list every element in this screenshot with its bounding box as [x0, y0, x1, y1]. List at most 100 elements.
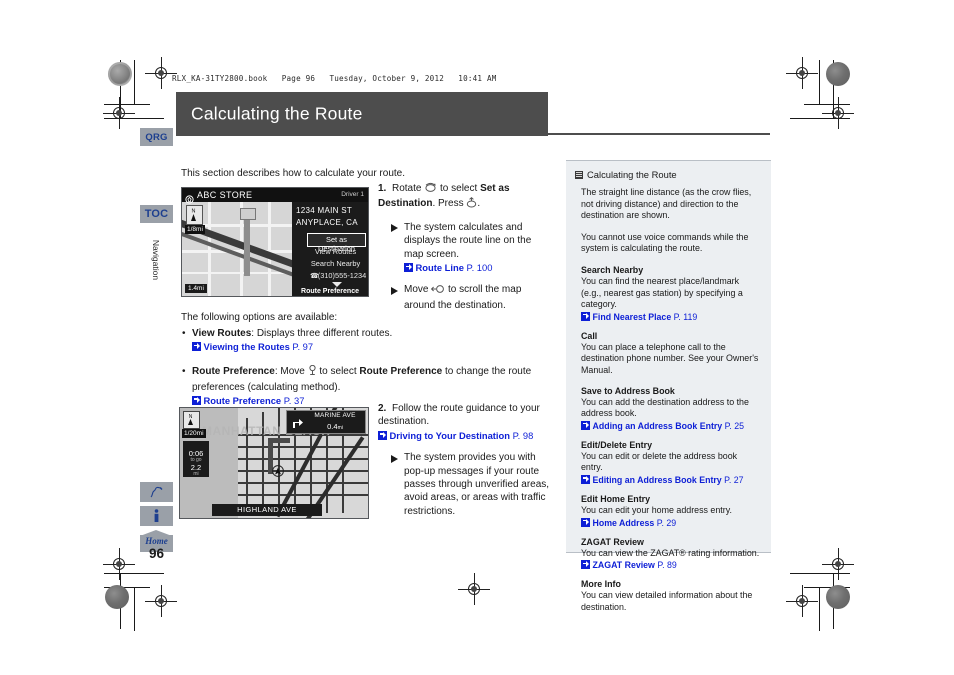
step-1: 1. Rotate to select Set as Destination. … — [378, 182, 553, 312]
reference-arrow-icon — [378, 430, 387, 440]
sidebar-tab-toc[interactable]: TOC — [140, 205, 173, 223]
page-number: 96 — [148, 546, 165, 561]
cross-reference-link[interactable]: Route Preference P. 37 — [192, 395, 304, 406]
step-body: Rotate to select Set as Destination. Pre… — [378, 182, 510, 212]
sidebar-tab-qrg[interactable]: QRG — [140, 128, 173, 146]
sidebar-vertical-text: Navigation — [151, 239, 162, 281]
registration-mark — [103, 548, 135, 580]
intro-text: This section describes how to calculate … — [181, 168, 405, 179]
sub-text: The system calculates and displays the r… — [404, 221, 532, 260]
step-1-sub-1: The system calculates and displays the r… — [378, 221, 553, 276]
step-1-text: 1. Rotate to select Set as Destination. … — [378, 182, 553, 213]
cross-reference-link[interactable]: Route Line P. 100 — [404, 262, 492, 273]
screenshot-footer-label: Route Preference — [301, 288, 359, 295]
reference-page: P. 97 — [292, 341, 314, 353]
cross-reference-link[interactable]: ZAGAT Review P. 89 — [581, 560, 761, 570]
reference-arrow-icon — [581, 474, 590, 484]
map-scale-bottom-value: 1.4mi — [188, 285, 204, 292]
nav-screenshot-destination-menu: ABC STORE Driver 1 N 1/8mi 1.4mi 1234 MA… — [181, 187, 369, 297]
svg-text:N: N — [189, 414, 193, 420]
sidebar-tab-info[interactable] — [140, 506, 173, 526]
reference-page: P. 98 — [512, 429, 534, 441]
cross-reference-link[interactable]: Driving to Your Destination P. 98 — [378, 430, 533, 441]
registration-mark — [786, 585, 818, 617]
joystick-down-icon — [308, 365, 317, 380]
step-number: 2. — [378, 403, 387, 414]
sub-text-a: Move — [404, 284, 432, 296]
menu-item-label: View Routes — [314, 247, 357, 256]
step-2-sub-1: The system provides you with pop-up mess… — [378, 451, 558, 518]
cross-reference-link[interactable]: Editing an Address Book Entry P. 27 — [581, 474, 761, 485]
crop-line — [819, 60, 820, 104]
rotary-knob-icon — [424, 182, 437, 197]
crop-line — [134, 60, 135, 104]
manual-page: RLX_KA-31TY2800.book Page 96 Tuesday, Oc… — [0, 0, 954, 675]
panel-section-title: Call — [581, 330, 598, 341]
press-knob-icon — [466, 197, 477, 212]
chevron-down-icon — [332, 282, 342, 287]
panel-section-title: Save to Address Book — [581, 385, 675, 396]
menu-item-view-routes[interactable]: View Routes — [307, 247, 364, 258]
reference-arrow-icon — [581, 420, 590, 430]
step-text-3: . Press — [432, 198, 467, 210]
registration-mark-center — [458, 573, 490, 605]
panel-paragraph: The straight line distance (as the crow … — [581, 187, 752, 221]
registration-mark — [822, 97, 854, 129]
reference-page: P. 89 — [657, 560, 677, 571]
step-2: 2. Follow the route guidance to your des… — [378, 402, 558, 518]
reference-title: Viewing the Routes — [203, 341, 290, 353]
panel-section-desc: You can view detailed information about … — [581, 590, 753, 612]
current-street-banner: HIGHLAND AVE — [212, 504, 322, 516]
cross-reference-link[interactable]: Find Nearest Place P. 119 — [581, 311, 761, 322]
reference-page: P. 100 — [466, 262, 493, 274]
registration-mark — [786, 57, 818, 89]
menu-item-phone-number[interactable]: ☎ (310)555-1234 — [307, 271, 366, 282]
next-turn-distance-value: 0.4 — [327, 422, 338, 431]
print-blob — [105, 585, 129, 609]
title-rule — [548, 133, 770, 135]
panel-content: The straight line distance (as the crow … — [575, 187, 761, 613]
destination-address-line2: ANYPLACE, CA — [296, 218, 358, 227]
panel-section: Search Nearby You can find the nearest p… — [581, 265, 761, 322]
reference-title: Driving to Your Destination — [389, 429, 511, 441]
sidebar-section-label: Navigation — [140, 225, 173, 295]
turn-guidance-box: MARINE AVE 0.4mi — [286, 410, 366, 434]
page-title: Calculating the Route — [191, 103, 363, 124]
panel-section-title: Search Nearby — [581, 264, 644, 275]
options-intro: The following options are available: — [181, 312, 338, 323]
list-item: View Routes: Displays three different ro… — [181, 327, 541, 354]
registration-mark — [822, 548, 854, 580]
reference-title: Home Address — [592, 517, 655, 528]
sidebar-tab-quick-reference[interactable] — [140, 482, 173, 502]
panel-section: Edit Home Entry You can edit your home a… — [581, 494, 761, 528]
map-scale: 1/20mi — [182, 429, 206, 438]
pen-icon — [149, 486, 164, 499]
reference-page: P. 29 — [656, 517, 677, 528]
map-scale-top: 1/8mi — [185, 225, 205, 234]
reference-title: Route Line — [415, 262, 464, 274]
north-up-icon: N — [183, 411, 200, 429]
reference-arrow-icon — [192, 395, 201, 405]
sub-text: The system provides you with pop-up mess… — [404, 452, 550, 517]
registration-mark — [103, 97, 135, 129]
option-desc: : Displays three different routes. — [251, 328, 393, 339]
menu-item-set-as-destination[interactable]: Set as Destination — [307, 233, 366, 253]
panel-section-desc: You can edit or delete the address book … — [581, 450, 738, 473]
step-text-1: Rotate — [392, 183, 425, 194]
step-2-text: 2. Follow the route guidance to your des… — [378, 402, 558, 443]
step-body: Follow the route guidance to your destin… — [378, 403, 540, 442]
menu-item-search-nearby[interactable]: Search Nearby — [307, 259, 364, 270]
map-scale-bottom: 1.4mi — [185, 284, 207, 293]
reference-arrow-icon — [192, 342, 201, 352]
panel-section-title: More Info — [581, 579, 621, 590]
cross-reference-link[interactable]: Viewing the Routes P. 97 — [192, 341, 313, 352]
registration-mark — [145, 585, 177, 617]
north-up-icon: N — [186, 205, 203, 225]
next-turn-distance-unit: mi — [337, 425, 343, 431]
cross-reference-link[interactable]: Adding an Address Book Entry P. 25 — [581, 420, 761, 431]
option-title: View Routes — [192, 328, 252, 339]
cross-reference-link[interactable]: Home Address P. 29 — [581, 517, 761, 528]
registration-mark — [145, 57, 177, 89]
reference-arrow-icon — [581, 517, 590, 527]
joystick-left-icon — [431, 284, 445, 298]
